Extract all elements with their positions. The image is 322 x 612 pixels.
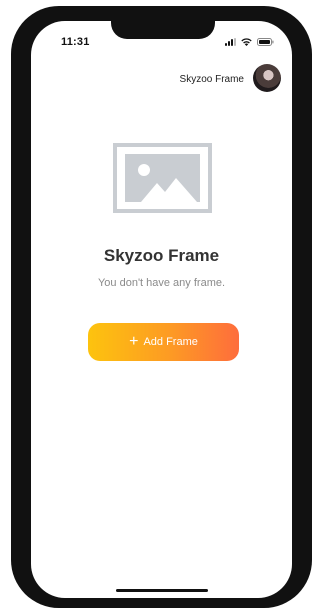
plus-icon: + — [129, 333, 139, 350]
avatar[interactable] — [253, 64, 281, 92]
notch — [111, 21, 215, 39]
empty-state-title: Skyzoo Frame — [103, 246, 220, 265]
status-time: 11:31 — [61, 36, 90, 48]
app-screen: 11:31 Skyzoo Frame Skyzoo Frame You don'… — [31, 21, 292, 598]
add-frame-button[interactable]: + Add Frame — [88, 323, 239, 361]
status-icons — [225, 38, 274, 46]
signal-icon — [225, 38, 236, 46]
empty-state-subtitle: You don't have any frame. — [97, 277, 226, 289]
image-placeholder-icon — [113, 143, 212, 213]
header-name: Skyzoo Frame — [179, 74, 244, 85]
wifi-icon — [241, 38, 252, 46]
add-frame-label: Add Frame — [143, 336, 198, 348]
home-indicator — [116, 589, 208, 592]
phone-frame: 11:31 Skyzoo Frame Skyzoo Frame You don'… — [11, 6, 312, 608]
battery-icon — [257, 38, 274, 46]
